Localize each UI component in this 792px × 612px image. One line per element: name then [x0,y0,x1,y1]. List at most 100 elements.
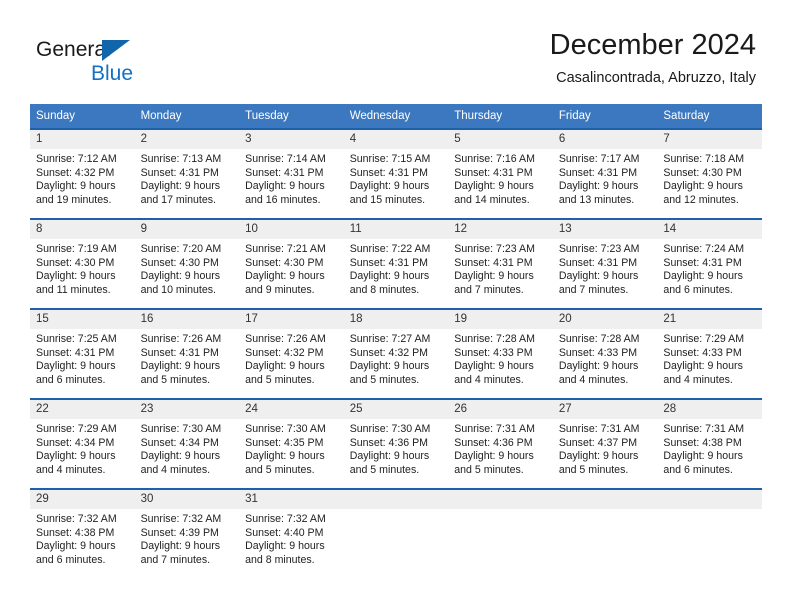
calendar-day-cell[interactable]: 16 Sunrise: 7:26 AM Sunset: 4:31 PM Dayligh… [134,308,240,399]
day-detail-sunrise: Sunrise: 7:23 AM [454,243,535,255]
day-details: Sunrise: 7:19 AM Sunset: 4:30 PM Daylight:… [30,239,135,297]
day-cell-content: 3 Sunrise: 7:14 AM Sunset: 4:31 PM Daylight… [239,130,344,218]
day-number: 23 [134,400,240,419]
day-detail-daylight-line2: and 16 minutes. [245,193,321,206]
calendar-day-cell[interactable]: 9 Sunrise: 7:20 AM Sunset: 4:30 PM Daylight… [134,218,240,309]
logo-triangle-icon [102,40,130,61]
day-detail-sunrise: Sunrise: 7:26 AM [140,333,222,345]
calendar-week-row: 15 Sunrise: 7:25 AM Sunset: 4:31 PM Dayligh… [30,308,762,399]
day-detail-sunrise: Sunrise: 7:23 AM [558,243,640,255]
day-number: 29 [30,490,135,509]
day-details: Sunrise: 7:29 AM Sunset: 4:34 PM Daylight:… [30,419,135,477]
day-detail-daylight-line1: Daylight: 9 hours [36,180,116,193]
day-detail-daylight-line2: and 5 minutes. [245,373,315,386]
day-detail-daylight-line2: and 10 minutes. [140,283,216,296]
calendar-day-cell[interactable]: 12 Sunrise: 7:23 AM Sunset: 4:31 PM Dayligh… [448,218,553,309]
day-detail-daylight-line2: and 5 minutes. [349,373,420,386]
calendar-day-cell[interactable]: 1 Sunrise: 7:12 AM Sunset: 4:32 PM Daylight… [30,128,135,219]
day-detail-sunrise: Sunrise: 7:20 AM [140,243,222,255]
calendar-day-cell[interactable]: 22 Sunrise: 7:29 AM Sunset: 4:34 PM Dayligh… [30,398,135,489]
day-detail-daylight-line1: Daylight: 9 hours [36,540,116,553]
calendar-day-cell[interactable]: 20 Sunrise: 7:28 AM Sunset: 4:33 PM Dayligh… [552,308,658,399]
day-detail-daylight-line1: Daylight: 9 hours [663,450,743,463]
day-detail-sunrise: Sunrise: 7:14 AM [245,153,326,165]
day-detail-daylight-line1: Daylight: 9 hours [140,450,221,463]
day-cell-content: 28 Sunrise: 7:31 AM Sunset: 4:38 PM Dayligh… [657,400,762,488]
day-detail-daylight-line2: and 4 minutes. [558,373,629,386]
day-details: Sunrise: 7:23 AM Sunset: 4:31 PM Daylight:… [553,239,658,297]
calendar-day-cell[interactable]: 3 Sunrise: 7:14 AM Sunset: 4:31 PM Daylight… [239,128,344,219]
day-cell-content [448,490,553,578]
day-cell-content: 14 Sunrise: 7:24 AM Sunset: 4:31 PM Dayligh… [657,220,762,308]
day-detail-sunset: Sunset: 4:30 PM [140,256,219,269]
calendar-day-cell[interactable]: 28 Sunrise: 7:31 AM Sunset: 4:38 PM Dayligh… [657,398,762,489]
calendar-day-cell[interactable]: 31 Sunrise: 7:32 AM Sunset: 4:40 PM Dayligh… [239,488,344,578]
calendar-day-cell[interactable]: 7 Sunrise: 7:18 AM Sunset: 4:30 PM Daylight… [657,128,762,219]
calendar-day-cell[interactable]: 23 Sunrise: 7:30 AM Sunset: 4:34 PM Dayligh… [134,398,240,489]
day-detail-daylight-line2: and 5 minutes. [454,463,524,476]
calendar-day-cell[interactable]: 6 Sunrise: 7:17 AM Sunset: 4:31 PM Daylight… [552,128,658,219]
day-number: 18 [343,310,449,329]
day-detail-daylight-line2: and 4 minutes. [140,463,211,476]
calendar-day-cell[interactable]: 21 Sunrise: 7:29 AM Sunset: 4:33 PM Dayligh… [657,308,762,399]
calendar-day-cell[interactable]: 2 Sunrise: 7:13 AM Sunset: 4:31 PM Daylight… [134,128,240,219]
day-detail-sunset: Sunset: 4:37 PM [558,436,638,449]
day-number: 25 [343,400,449,419]
day-detail-daylight-line1: Daylight: 9 hours [454,450,534,463]
calendar-day-cell[interactable]: 29 Sunrise: 7:32 AM Sunset: 4:38 PM Dayligh… [30,488,135,578]
calendar-day-cell-empty [448,488,553,578]
calendar-day-cell[interactable]: 17 Sunrise: 7:26 AM Sunset: 4:32 PM Dayligh… [239,308,344,399]
day-cell-content: 29 Sunrise: 7:32 AM Sunset: 4:38 PM Dayligh… [30,490,135,578]
weekday-header-wednesday: Wednesday [343,104,449,129]
day-detail-daylight-line1: Daylight: 9 hours [140,540,221,553]
calendar-table: Sunday Monday Tuesday Wednesday Thursday… [30,104,762,578]
day-detail-daylight-line1: Daylight: 9 hours [349,450,430,463]
calendar-day-cell[interactable]: 10 Sunrise: 7:21 AM Sunset: 4:30 PM Dayligh… [239,218,344,309]
day-number: 19 [448,310,553,329]
day-detail-sunset: Sunset: 4:35 PM [245,436,324,449]
day-number: 15 [30,310,135,329]
calendar-day-cell[interactable]: 25 Sunrise: 7:30 AM Sunset: 4:36 PM Dayligh… [343,398,449,489]
day-detail-daylight-line2: and 19 minutes. [36,193,112,206]
day-detail-daylight-line1: Daylight: 9 hours [454,180,534,193]
day-details: Sunrise: 7:26 AM Sunset: 4:31 PM Daylight:… [135,329,240,387]
day-details: Sunrise: 7:13 AM Sunset: 4:31 PM Daylight:… [135,149,240,207]
day-number: 2 [134,130,240,149]
day-detail-sunset: Sunset: 4:31 PM [663,256,742,269]
day-detail-daylight-line2: and 13 minutes. [558,193,635,206]
day-detail-daylight-line1: Daylight: 9 hours [140,360,221,373]
day-details: Sunrise: 7:31 AM Sunset: 4:38 PM Daylight:… [657,419,762,477]
calendar-day-cell[interactable]: 8 Sunrise: 7:19 AM Sunset: 4:30 PM Daylight… [30,218,135,309]
calendar-day-cell[interactable]: 14 Sunrise: 7:24 AM Sunset: 4:31 PM Dayligh… [657,218,762,309]
calendar-day-cell[interactable]: 27 Sunrise: 7:31 AM Sunset: 4:37 PM Dayligh… [552,398,658,489]
day-number: 3 [239,130,344,149]
day-cell-content: 2 Sunrise: 7:13 AM Sunset: 4:31 PM Daylight… [134,130,240,218]
day-detail-sunrise: Sunrise: 7:21 AM [245,243,326,255]
calendar-day-cell[interactable]: 24 Sunrise: 7:30 AM Sunset: 4:35 PM Dayligh… [239,398,344,489]
calendar-week-row: 29 Sunrise: 7:32 AM Sunset: 4:38 PM Dayligh… [30,488,762,578]
day-number: 16 [134,310,240,329]
calendar-day-cell[interactable]: 30 Sunrise: 7:32 AM Sunset: 4:39 PM Dayligh… [134,488,240,578]
calendar-day-cell[interactable]: 15 Sunrise: 7:25 AM Sunset: 4:31 PM Dayligh… [30,308,135,399]
calendar-day-cell[interactable]: 13 Sunrise: 7:23 AM Sunset: 4:31 PM Dayligh… [552,218,658,309]
weekday-header-thursday: Thursday [448,104,553,129]
calendar-day-cell[interactable]: 11 Sunrise: 7:22 AM Sunset: 4:31 PM Dayligh… [343,218,449,309]
day-number: 17 [239,310,344,329]
calendar-day-cell[interactable]: 19 Sunrise: 7:28 AM Sunset: 4:33 PM Dayligh… [448,308,553,399]
day-detail-sunset: Sunset: 4:36 PM [349,436,429,449]
calendar-day-cell[interactable]: 26 Sunrise: 7:31 AM Sunset: 4:36 PM Dayligh… [448,398,553,489]
day-detail-sunset: Sunset: 4:39 PM [140,526,219,539]
day-detail-sunrise: Sunrise: 7:32 AM [245,513,326,525]
calendar-day-cell[interactable]: 5 Sunrise: 7:16 AM Sunset: 4:31 PM Daylight… [448,128,553,219]
day-details: Sunrise: 7:15 AM Sunset: 4:31 PM Daylight:… [344,149,449,207]
calendar-day-cell[interactable]: 4 Sunrise: 7:15 AM Sunset: 4:31 PM Daylight… [343,128,449,219]
calendar-day-cell[interactable]: 18 Sunrise: 7:27 AM Sunset: 4:32 PM Dayligh… [343,308,449,399]
day-number: 21 [657,310,762,329]
day-details: Sunrise: 7:32 AM Sunset: 4:40 PM Daylight:… [239,509,344,567]
day-detail-daylight-line1: Daylight: 9 hours [36,360,116,373]
day-detail-sunset: Sunset: 4:31 PM [140,346,219,359]
day-detail-daylight-line2: and 6 minutes. [663,283,733,296]
day-detail-daylight-line1: Daylight: 9 hours [140,270,221,283]
general-blue-logo[interactable]: General Blue [36,38,236,96]
day-detail-daylight-line2: and 7 minutes. [454,283,524,296]
